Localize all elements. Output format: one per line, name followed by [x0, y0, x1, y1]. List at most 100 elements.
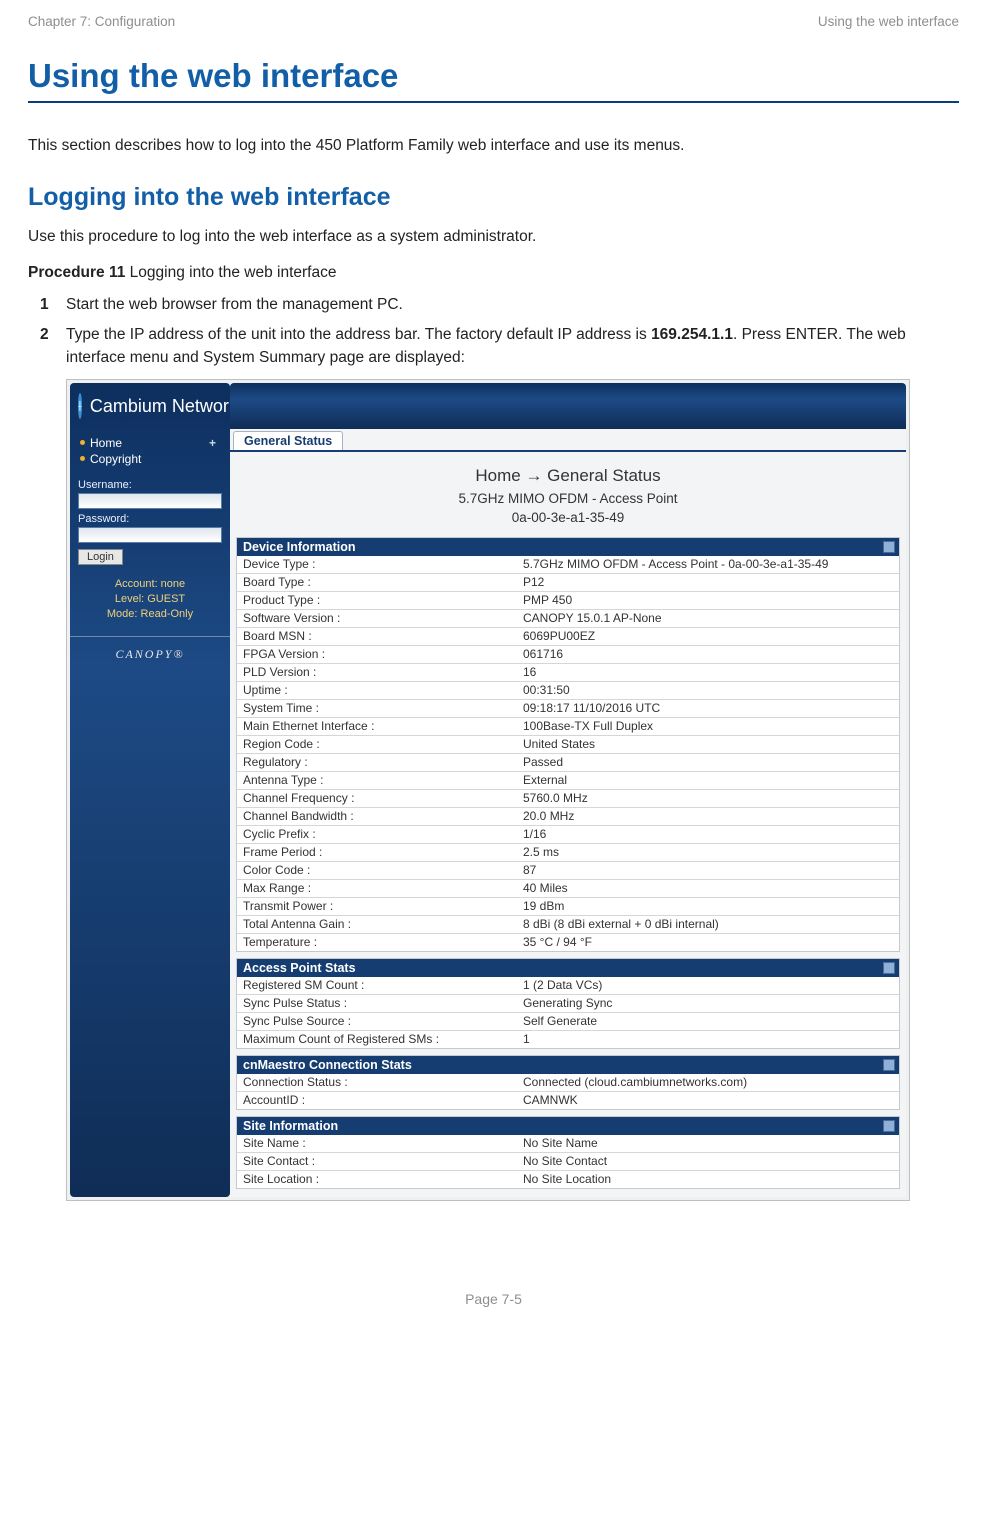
row-value: 16: [517, 663, 899, 681]
table-row: Uptime :00:31:50: [237, 681, 899, 699]
row-key: Color Code :: [237, 861, 517, 879]
row-key: Total Antenna Gain :: [237, 915, 517, 933]
table-row: Software Version :CANOPY 15.0.1 AP-None: [237, 609, 899, 627]
row-key: Device Type :: [237, 556, 517, 574]
table-row: Frame Period :2.5 ms: [237, 843, 899, 861]
login-button[interactable]: Login: [78, 549, 123, 565]
sidebar-item-label: Home: [90, 436, 122, 450]
title-rule: [28, 101, 959, 103]
row-value: 20.0 MHz: [517, 807, 899, 825]
row-value: P12: [517, 573, 899, 591]
row-key: Site Contact :: [237, 1152, 517, 1170]
table-row: PLD Version :16: [237, 663, 899, 681]
row-key: Antenna Type :: [237, 771, 517, 789]
password-input[interactable]: [78, 527, 222, 543]
header-bar: [230, 383, 906, 429]
account-line: Mode: Read-Only: [78, 607, 222, 622]
page-title: Using the web interface: [28, 57, 959, 95]
device-summary-line: 0a-00-3e-a1-35-49: [230, 509, 906, 527]
section-header: Access Point Stats: [237, 959, 899, 977]
row-value: 87: [517, 861, 899, 879]
main-panel: General Status Home → General Status 5.7…: [230, 383, 906, 1196]
row-key: Site Location :: [237, 1170, 517, 1188]
row-value: Connected (cloud.cambiumnetworks.com): [517, 1074, 899, 1092]
row-key: Board MSN :: [237, 627, 517, 645]
table-row: Board Type :P12: [237, 573, 899, 591]
password-label: Password:: [78, 513, 222, 525]
table-row: System Time :09:18:17 11/10/2016 UTC: [237, 699, 899, 717]
step-text: Start the web browser from the managemen…: [66, 296, 403, 313]
step-1: 1 Start the web browser from the managem…: [66, 294, 959, 316]
row-value: 2.5 ms: [517, 843, 899, 861]
row-key: Transmit Power :: [237, 897, 517, 915]
username-input[interactable]: [78, 493, 222, 509]
device-summary-line: 5.7GHz MIMO OFDM - Access Point: [230, 490, 906, 508]
row-value: 5760.0 MHz: [517, 789, 899, 807]
section-site-information: Site Information Site Name :No Site Name…: [236, 1116, 900, 1189]
table-row: Device Type :5.7GHz MIMO OFDM - Access P…: [237, 556, 899, 574]
table-row: Sync Pulse Source :Self Generate: [237, 1012, 899, 1030]
table-row: Maximum Count of Registered SMs :1: [237, 1030, 899, 1048]
section-cnmaestro-stats: cnMaestro Connection Stats Connection St…: [236, 1055, 900, 1110]
tab-general-status[interactable]: General Status: [233, 431, 343, 450]
row-key: Software Version :: [237, 609, 517, 627]
table-row: Total Antenna Gain :8 dBi (8 dBi externa…: [237, 915, 899, 933]
running-header-left: Chapter 7: Configuration: [28, 14, 175, 29]
collapse-icon[interactable]: [883, 962, 895, 974]
section-access-point-stats: Access Point Stats Registered SM Count :…: [236, 958, 900, 1049]
row-value: 100Base-TX Full Duplex: [517, 717, 899, 735]
page-running-header: Chapter 7: Configuration Using the web i…: [28, 14, 959, 29]
default-ip: 169.254.1.1: [651, 326, 733, 343]
brand-bar: ⟊ Cambium Networks: [70, 383, 230, 429]
procedure-name: Logging into the web interface: [125, 264, 336, 281]
row-key: FPGA Version :: [237, 645, 517, 663]
tab-row: General Status: [230, 431, 906, 452]
device-summary: 5.7GHz MIMO OFDM - Access Point 0a-00-3e…: [230, 490, 906, 526]
row-key: Registered SM Count :: [237, 977, 517, 995]
step-number: 2: [40, 324, 49, 346]
row-key: Main Ethernet Interface :: [237, 717, 517, 735]
collapse-icon[interactable]: [883, 1059, 895, 1071]
row-value: No Site Name: [517, 1135, 899, 1153]
section-header-label: cnMaestro Connection Stats: [243, 1058, 412, 1072]
expand-icon[interactable]: +: [209, 436, 216, 450]
row-key: Max Range :: [237, 879, 517, 897]
table-row: Product Type :PMP 450: [237, 591, 899, 609]
intro-paragraph: This section describes how to log into t…: [28, 137, 959, 155]
table-row: Board MSN :6069PU00EZ: [237, 627, 899, 645]
row-value: 6069PU00EZ: [517, 627, 899, 645]
cnmaestro-table: Connection Status :Connected (cloud.camb…: [237, 1074, 899, 1109]
site-info-table: Site Name :No Site Name Site Contact :No…: [237, 1135, 899, 1188]
account-line: Level: GUEST: [78, 592, 222, 607]
sidebar-item-label: Copyright: [90, 452, 141, 466]
row-key: Cyclic Prefix :: [237, 825, 517, 843]
row-value: CAMNWK: [517, 1091, 899, 1109]
username-label: Username:: [78, 479, 222, 491]
nav-list: Home + Copyright: [70, 429, 230, 471]
row-key: Board Type :: [237, 573, 517, 591]
procedure-title: Procedure 11 Logging into the web interf…: [28, 264, 959, 282]
section-header-label: Device Information: [243, 540, 356, 554]
section-header-label: Access Point Stats: [243, 961, 356, 975]
row-key: Uptime :: [237, 681, 517, 699]
row-key: Regulatory :: [237, 753, 517, 771]
row-value: 061716: [517, 645, 899, 663]
login-form: Username: Password: Login: [70, 471, 230, 571]
step-number: 1: [40, 294, 49, 316]
account-line: Account: none: [78, 577, 222, 592]
row-value: 19 dBm: [517, 897, 899, 915]
step-text-part: Type the IP address of the unit into the…: [66, 326, 651, 343]
table-row: Regulatory :Passed: [237, 753, 899, 771]
section-header: Site Information: [237, 1117, 899, 1135]
table-row: Connection Status :Connected (cloud.camb…: [237, 1074, 899, 1092]
row-value: Self Generate: [517, 1012, 899, 1030]
row-value: 40 Miles: [517, 879, 899, 897]
breadcrumb: Home → General Status: [230, 466, 906, 486]
sidebar-item-home[interactable]: Home +: [80, 435, 224, 451]
table-row: Temperature :35 °C / 94 °F: [237, 933, 899, 951]
sidebar-item-copyright[interactable]: Copyright: [80, 451, 224, 467]
table-row: Site Contact :No Site Contact: [237, 1152, 899, 1170]
collapse-icon[interactable]: [883, 1120, 895, 1132]
collapse-icon[interactable]: [883, 541, 895, 553]
table-row: AccountID :CAMNWK: [237, 1091, 899, 1109]
